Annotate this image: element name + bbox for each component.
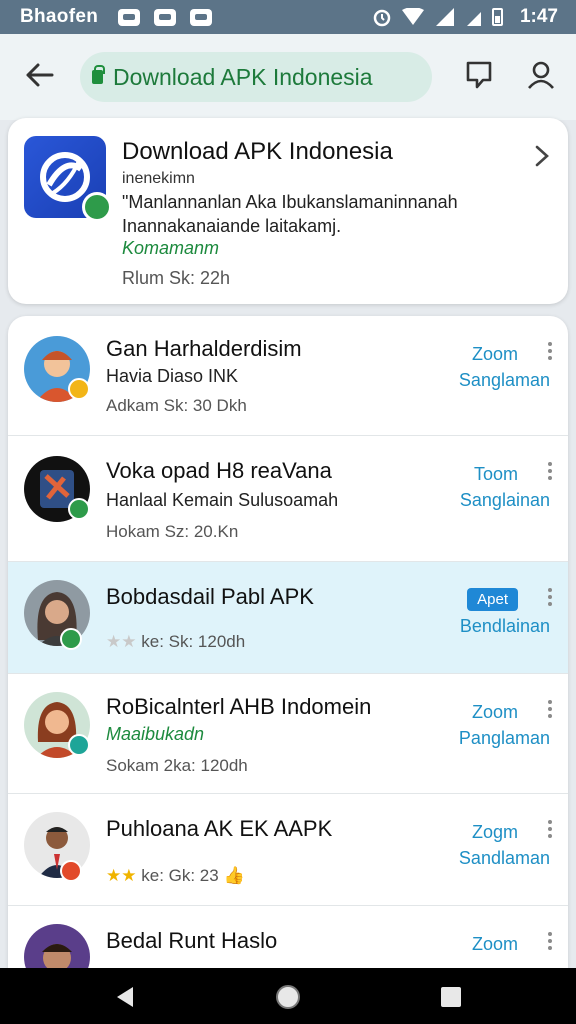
lock-icon <box>92 65 105 84</box>
featured-category: Komamanm <box>122 238 220 258</box>
app-subtitle: Havia Diaso INK <box>106 366 239 386</box>
signal-icon <box>435 8 454 26</box>
more-options-icon[interactable] <box>548 342 554 363</box>
status-badge-icon <box>60 628 82 650</box>
nav-recents-icon[interactable] <box>436 982 466 1012</box>
browser-toolbar: Download APK Indonesia <box>0 34 576 120</box>
star-icon: ★ <box>121 632 137 651</box>
featured-app-card[interactable]: Download APK Indonesia inenekimn "Manlan… <box>8 118 568 304</box>
comment-icon[interactable] <box>462 58 496 92</box>
featured-title: Download APK Indonesia <box>122 138 393 165</box>
app-meta: Hokam Sz: 20.Kn <box>106 522 239 541</box>
zoom-button[interactable]: Zoom <box>472 344 518 365</box>
list-item[interactable]: Puhloana AK EK AAPK ★★ ke: Gk: 23 👍 Zogm… <box>8 794 568 906</box>
app-meta: ke: Sk: 120dh <box>141 632 246 651</box>
secondary-action-link[interactable]: Sandlaman <box>459 848 550 869</box>
chevron-right-icon[interactable] <box>534 144 550 173</box>
zoom-button[interactable]: Zoom <box>472 934 518 955</box>
signal-icon <box>466 12 481 26</box>
address-bar-text: Download APK Indonesia <box>113 63 373 90</box>
get-button[interactable]: Apet <box>467 588 518 611</box>
app-name: Voka opad H8 reaVana <box>106 458 332 483</box>
app-name: Bedal Runt Haslo <box>106 928 278 953</box>
list-item[interactable]: RoBicalnterl AHB Indomein Maaibukadn Sok… <box>8 674 568 794</box>
featured-meta: Rlum Sk: 22h <box>122 268 231 288</box>
app-subtitle: Maaibukadn <box>106 724 205 744</box>
secondary-action-link[interactable]: Panglaman <box>459 728 550 749</box>
app-rating: ★★ ke: Sk: 120dh <box>106 632 245 652</box>
system-nav-bar <box>0 968 576 1024</box>
list-item[interactable]: Bobdasdail Pabl APK ★★ ke: Sk: 120dh Ape… <box>8 562 568 674</box>
verified-badge-icon <box>82 192 112 222</box>
nav-back-icon[interactable] <box>110 982 140 1012</box>
app-logo-icon <box>24 136 112 222</box>
star-icon: ★ <box>121 866 137 885</box>
list-item[interactable]: Gan Harhalderdisim Havia Diaso INK Adkam… <box>8 316 568 436</box>
featured-description: Inannakanaiande laitakamj. <box>122 216 342 236</box>
more-options-icon[interactable] <box>548 462 554 483</box>
star-icon: ★ <box>106 866 122 885</box>
more-options-icon[interactable] <box>548 588 554 609</box>
more-options-icon[interactable] <box>548 820 554 841</box>
list-item[interactable]: Voka opad H8 reaVana Hanlaal Kemain Sulu… <box>8 436 568 562</box>
zoom-button[interactable]: Zogm <box>472 822 518 843</box>
carrier-label: Bhaofen <box>20 6 99 27</box>
wifi-icon <box>401 8 424 25</box>
alarm-icon <box>373 9 391 27</box>
secondary-action-link[interactable]: Bendlainan <box>460 616 550 637</box>
notification-icon <box>118 8 141 26</box>
zoom-button[interactable]: Zoom <box>472 702 518 723</box>
status-bar: Bhaofen 1:47 <box>0 0 576 34</box>
more-options-icon[interactable] <box>548 932 554 953</box>
status-badge-icon <box>68 734 90 756</box>
secondary-action-link[interactable]: Sanglainan <box>460 490 550 511</box>
app-meta: Adkam Sk: 30 Dkh <box>106 396 247 415</box>
star-icon: ★ <box>106 632 122 651</box>
notification-icon <box>154 8 177 26</box>
app-list: Gan Harhalderdisim Havia Diaso INK Adkam… <box>8 316 568 968</box>
status-badge-icon <box>60 860 82 882</box>
featured-subtitle: inenekimn <box>122 170 195 187</box>
back-arrow-icon[interactable] <box>22 58 56 92</box>
notification-icons <box>118 8 213 26</box>
zoom-button[interactable]: Toom <box>474 464 518 485</box>
app-meta: ke: Gk: 23 <box>141 866 219 885</box>
notification-icon <box>190 8 213 26</box>
nav-home-icon[interactable] <box>273 982 303 1012</box>
app-name: RoBicalnterl AHB Indomein <box>106 694 372 719</box>
thumbs-up-icon: 👍 <box>223 866 245 885</box>
more-options-icon[interactable] <box>548 700 554 721</box>
profile-icon[interactable] <box>524 58 558 92</box>
app-meta: Sokam 2ka: 120dh <box>106 756 248 775</box>
app-name: Bobdasdail Pabl APK <box>106 584 314 609</box>
app-rating: ★★ ke: Gk: 23 👍 <box>106 866 245 886</box>
avatar <box>24 924 90 968</box>
app-name: Gan Harhalderdisim <box>106 336 302 361</box>
clock: 1:47 <box>519 6 558 27</box>
app-subtitle: Hanlaal Kemain Sulusoamah <box>106 490 339 510</box>
featured-description: "Manlannanlan Aka Ibukanslamaninnanah <box>122 192 458 212</box>
status-badge-icon <box>68 498 90 520</box>
battery-icon <box>491 8 503 26</box>
system-icons: 1:47 <box>372 6 558 28</box>
address-bar[interactable]: Download APK Indonesia <box>80 52 432 102</box>
list-item[interactable]: Bedal Runt Haslo Zoom <box>8 906 568 968</box>
app-name: Puhloana AK EK AAPK <box>106 816 333 841</box>
secondary-action-link[interactable]: Sanglaman <box>459 370 550 391</box>
status-badge-icon <box>68 378 90 400</box>
